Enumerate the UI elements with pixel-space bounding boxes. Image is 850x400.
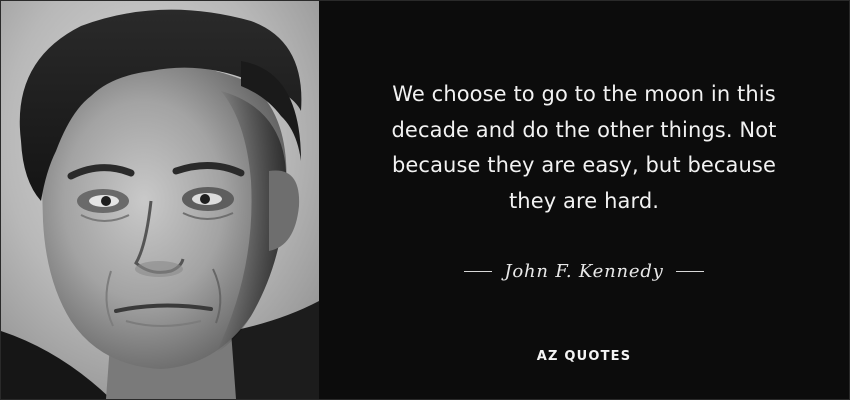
right-dash-divider bbox=[675, 270, 704, 272]
quote-panel: We choose to go to the moon in this deca… bbox=[319, 1, 849, 399]
attribution: John F. Kennedy bbox=[319, 259, 849, 283]
author-link[interactable]: John F. Kennedy bbox=[504, 261, 663, 282]
quote-line: they are hard. bbox=[508, 188, 660, 213]
quote-line: because they are easy, but because bbox=[391, 153, 776, 177]
quote-line: We choose to go to the moon in this bbox=[392, 82, 776, 106]
quote-card: We choose to go to the moon in this deca… bbox=[0, 0, 850, 400]
azquotes-logo[interactable]: AZ QUOTES bbox=[319, 349, 849, 364]
quote-text: We choose to go to the moon in this deca… bbox=[319, 77, 849, 219]
quote-line: decade and do the other things. Not bbox=[391, 117, 777, 142]
left-dash-divider bbox=[464, 270, 493, 272]
portrait-photo bbox=[1, 1, 319, 399]
